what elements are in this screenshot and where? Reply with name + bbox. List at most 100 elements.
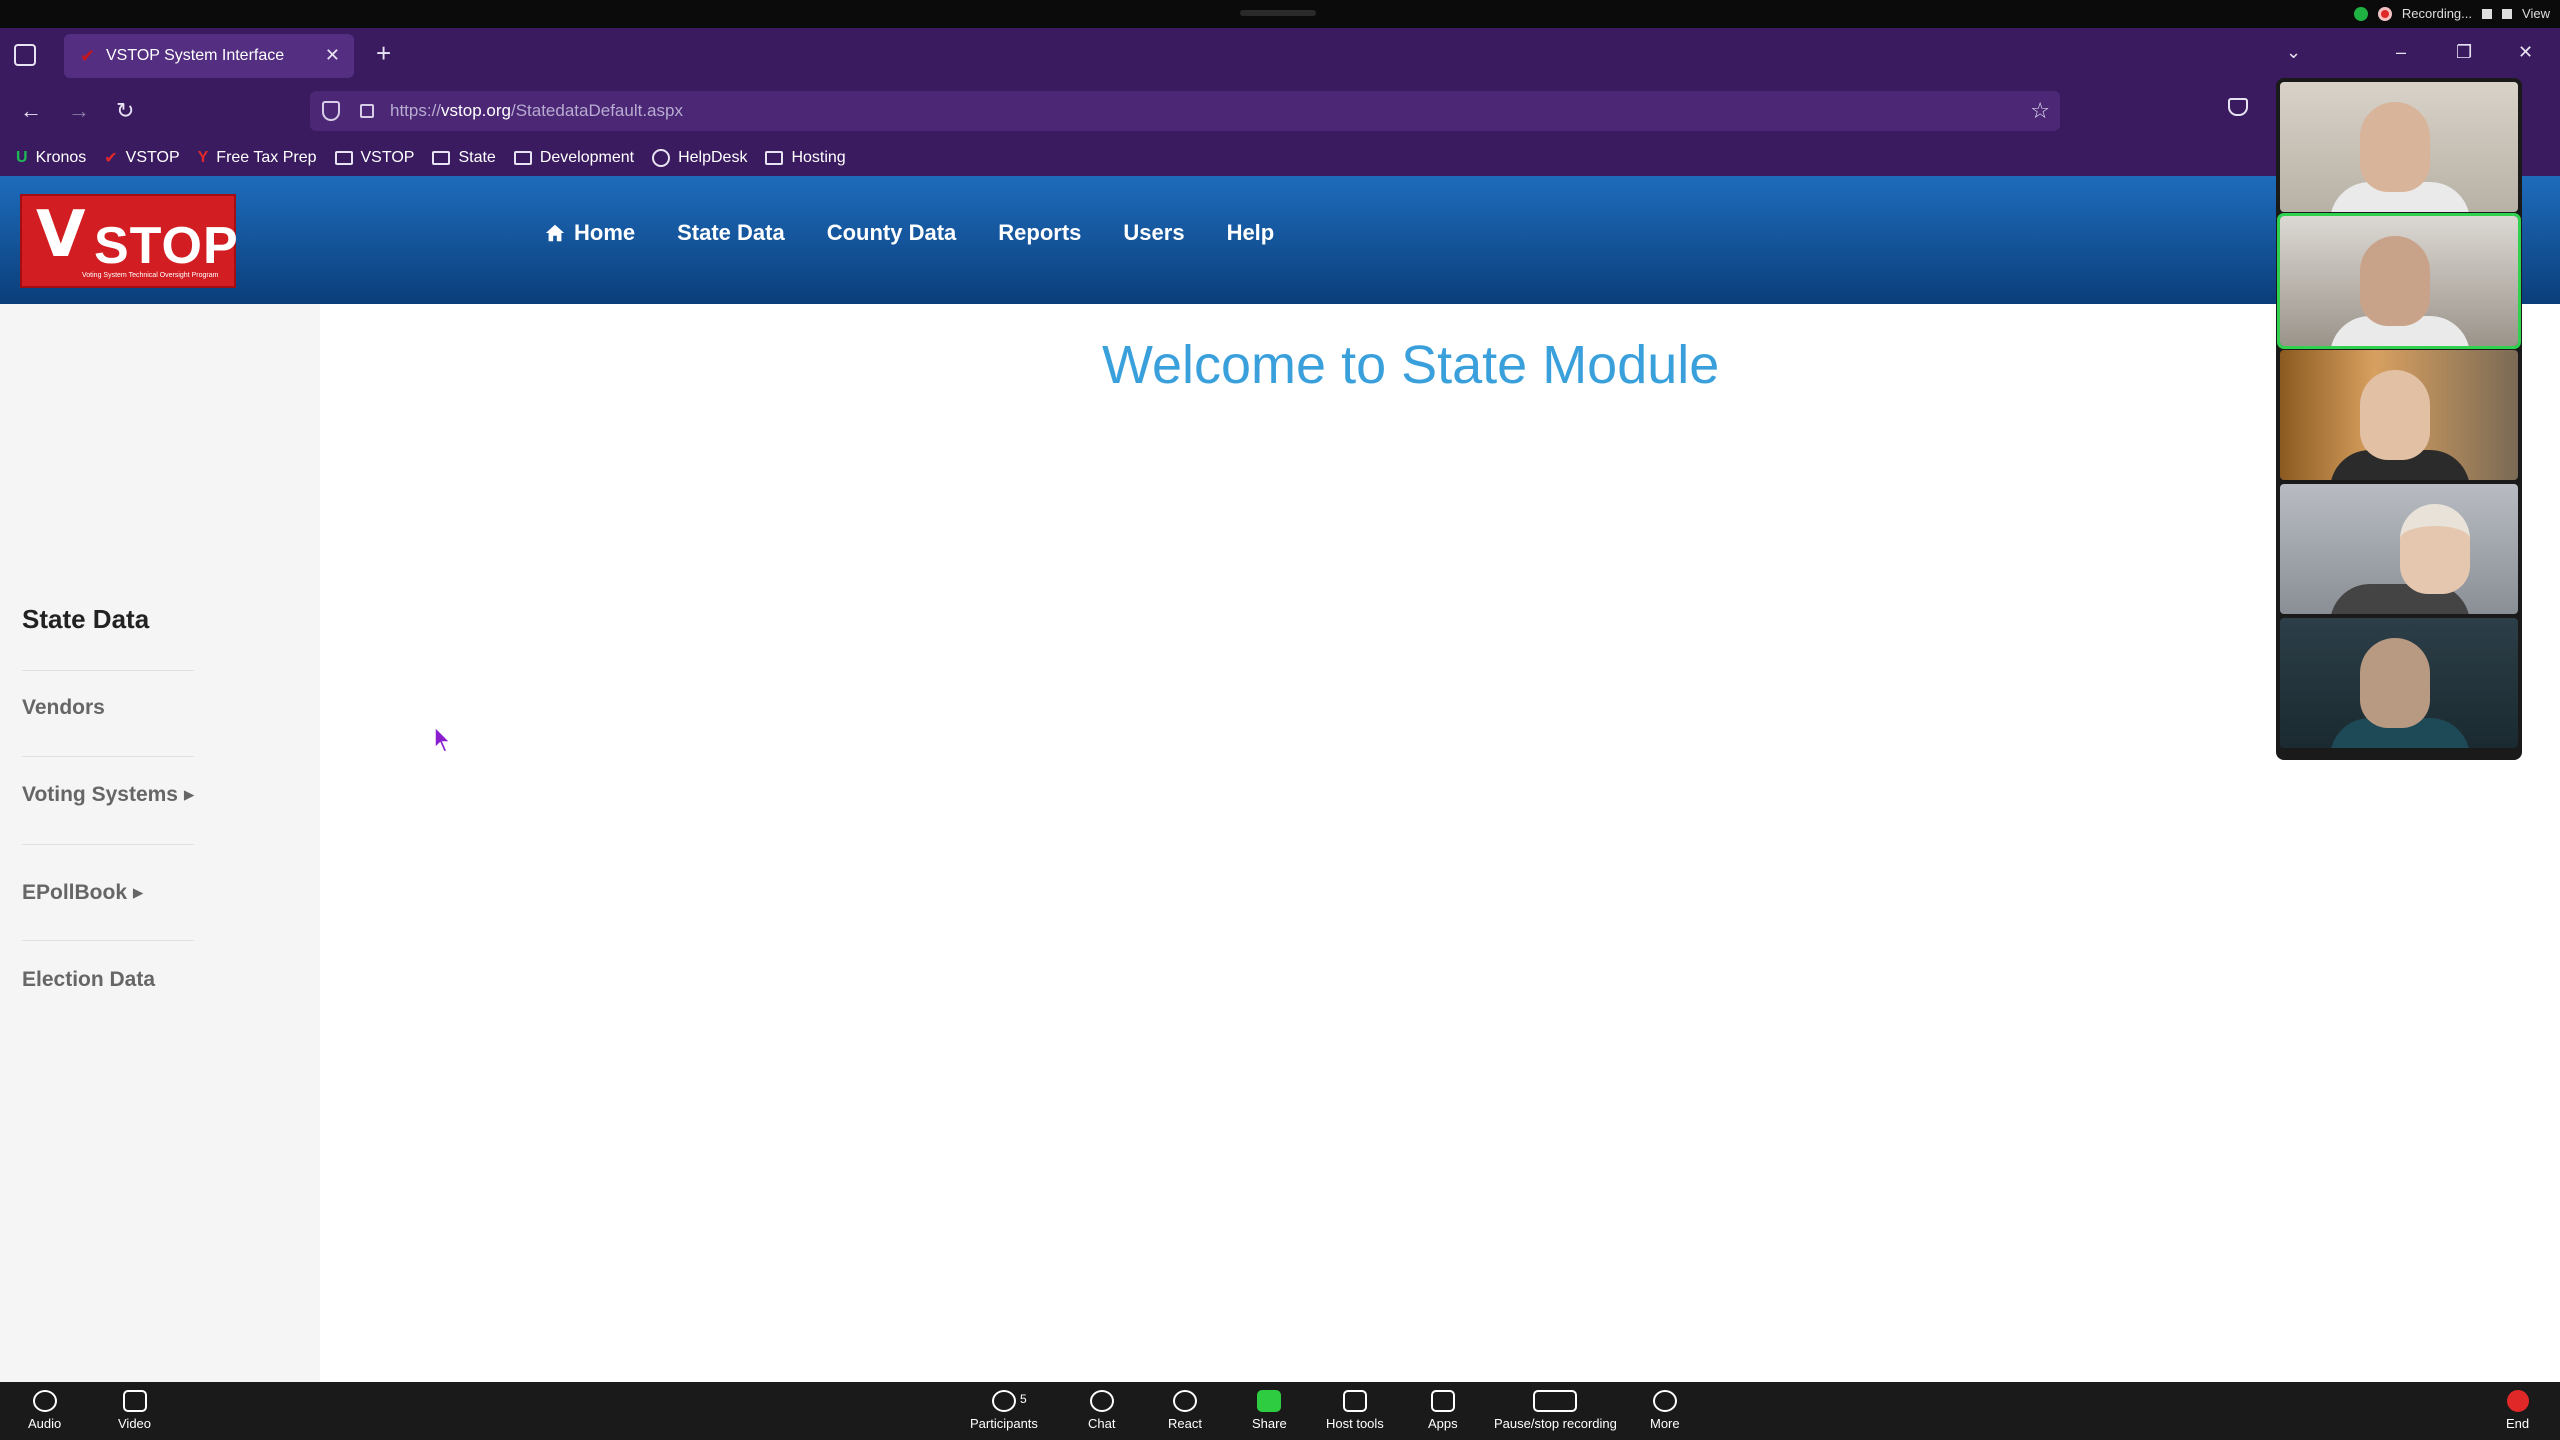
menu-reports[interactable]: Reports [998,220,1081,246]
pocket-icon[interactable] [2228,98,2248,116]
view-button[interactable]: View [2522,6,2550,21]
sidebar-item-election-data[interactable]: Election Data [22,968,155,992]
home-icon [545,224,565,242]
tab-title: VSTOP System Interface [106,47,285,64]
microphone-icon [32,1390,57,1412]
divider [22,844,194,845]
menu-users[interactable]: Users [1123,220,1184,246]
participant-video[interactable] [2280,350,2518,480]
url-text[interactable]: https://vstop.org/StatedataDefault.aspx [390,101,683,121]
chat-icon [1089,1390,1114,1412]
more-icon [1652,1390,1677,1412]
kronos-icon: U [16,149,28,166]
camera-icon [122,1390,147,1412]
recording-indicator: Recording... [2353,6,2512,21]
site-header: V STOP Voting System Technical Oversight… [0,176,2560,304]
chat-button[interactable]: Chat [1088,1390,1115,1431]
forward-icon[interactable]: → [68,98,90,124]
shield-icon [1342,1390,1367,1412]
stop-recording-icon[interactable] [2502,8,2512,19]
tracking-shield-icon[interactable] [322,101,340,121]
heart-icon [1172,1390,1197,1412]
bookmark-folder-vstop[interactable]: VSTOP [334,149,414,167]
video-button[interactable]: Video [118,1390,151,1431]
apps-button[interactable]: Apps [1428,1390,1458,1431]
participants-icon [991,1390,1016,1412]
bookmark-helpdesk[interactable]: HelpDesk [652,149,747,167]
participant-video[interactable] [2280,82,2518,212]
menu-county-data[interactable]: County Data [827,220,957,246]
audio-button[interactable]: Audio [28,1390,61,1431]
sidebar-item-epollbook[interactable]: EPollBook ▸ [22,880,143,905]
browser-nav-bar: ← → ↻ https://vstop.org/StatedataDefault… [0,84,2560,140]
recording-dot-icon [2377,6,2392,21]
menu-help[interactable]: Help [1227,220,1275,246]
vstop-logo[interactable]: V STOP Voting System Technical Oversight… [20,194,238,288]
main-menu: Home State Data County Data Reports User… [544,220,1274,246]
new-tab-icon[interactable]: + [376,38,391,69]
menu-home[interactable]: Home [544,220,635,246]
sidebar-item-vendors[interactable]: Vendors [22,696,105,720]
vstop-icon: ✔ [104,150,118,167]
participant-face [2360,102,2430,192]
folder-icon [432,151,451,165]
participants-count: 5 [1020,1392,1027,1406]
pause-stop-icon [1533,1390,1578,1412]
share-screen-icon [1257,1390,1282,1412]
end-meeting-button[interactable]: End [2506,1390,2529,1431]
vstop-favicon-icon: ✔ [80,46,96,66]
participant-face [2360,236,2430,326]
participant-face [2360,370,2430,460]
restore-icon[interactable]: ❐ [2456,42,2472,63]
close-window-icon[interactable]: ✕ [2518,42,2533,63]
reload-icon[interactable]: ↻ [116,98,134,124]
recording-label: Recording... [2401,6,2472,21]
sidebar-title: State Data [22,604,150,634]
chevron-down-icon[interactable]: ⌄ [2286,42,2301,63]
page-title: Welcome to State Module [1102,335,1720,395]
security-shield-icon [2353,6,2368,21]
close-tab-icon[interactable]: ✕ [325,45,340,66]
end-call-icon [2506,1390,2529,1412]
drag-handle[interactable] [1240,10,1316,16]
divider [22,940,194,941]
bookmark-star-icon[interactable]: ☆ [2030,98,2050,124]
bookmark-vstop[interactable]: ✔ VSTOP [104,148,179,168]
participant-video[interactable] [2280,618,2518,748]
participants-button[interactable]: Participants [970,1390,1038,1431]
react-button[interactable]: React [1168,1390,1202,1431]
divider [22,670,194,671]
share-button[interactable]: Share [1252,1390,1287,1431]
folder-icon [334,151,353,165]
folder-icon [513,151,532,165]
zoom-meeting-controls: Audio Video Participants 5 Chat React Sh… [0,1382,2560,1440]
pause-stop-recording-button[interactable]: Pause/stop recording [1494,1390,1617,1431]
bookmark-free-tax-prep[interactable]: Y Free Tax Prep [198,149,317,167]
minimize-icon[interactable]: – [2396,42,2406,63]
bookmark-folder-development[interactable]: Development [513,149,634,167]
bookmark-folder-state[interactable]: State [432,149,496,167]
logo-v: V [36,198,86,272]
participant-video-active-speaker[interactable] [2277,213,2521,349]
browser-tab-active[interactable]: ✔ VSTOP System Interface ✕ [64,34,354,78]
bookmarks-bar: U Kronos ✔ VSTOP Y Free Tax Prep VSTOP Stat… [0,140,2560,176]
sidebar: State Data Vendors Voting Systems ▸ EPol… [0,304,320,1382]
web-page: V STOP Voting System Technical Oversight… [0,176,2560,1382]
video-gallery[interactable] [2276,78,2522,760]
address-bar[interactable]: https://vstop.org/StatedataDefault.aspx … [310,91,2060,131]
lock-icon[interactable] [360,104,374,118]
globe-icon [652,149,671,167]
participant-video[interactable] [2280,484,2518,614]
bookmark-folder-hosting[interactable]: Hosting [765,149,846,167]
sidebar-item-voting-systems[interactable]: Voting Systems ▸ [22,782,194,807]
host-tools-button[interactable]: Host tools [1326,1390,1384,1431]
folder-icon [765,151,784,165]
participant-face [2360,638,2430,728]
more-button[interactable]: More [1650,1390,1680,1431]
menu-state-data[interactable]: State Data [677,220,785,246]
pause-recording-icon[interactable] [2482,8,2492,19]
bookmark-kronos[interactable]: U Kronos [16,149,86,167]
participant-face [2400,504,2470,594]
tab-list-icon[interactable] [14,44,36,66]
back-icon[interactable]: ← [20,98,42,124]
